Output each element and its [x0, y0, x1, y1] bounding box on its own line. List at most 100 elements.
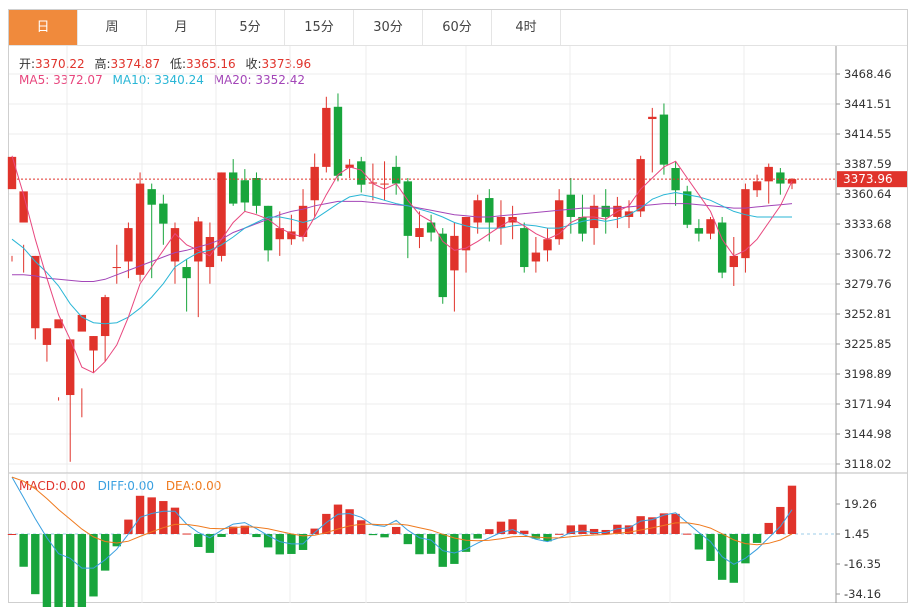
candle-body [147, 189, 156, 205]
macd-bar [124, 519, 133, 535]
macd-bar [485, 529, 494, 535]
macd-bar [252, 534, 261, 538]
macd-bar [764, 522, 773, 535]
price-tick-label: 3225.85 [844, 337, 892, 351]
candle-body [322, 107, 331, 167]
macd-tick-label: -16.35 [844, 557, 881, 571]
candle-body [729, 255, 738, 268]
candle-body [659, 114, 669, 165]
candle-body [135, 183, 145, 275]
candle-body [776, 172, 785, 184]
candle-body [391, 166, 401, 184]
candle-body [520, 228, 529, 268]
candle-body [112, 267, 121, 269]
macd-bar [683, 533, 692, 535]
candle-body [310, 166, 319, 201]
macd-bar [19, 534, 28, 567]
macd-bar [322, 513, 331, 535]
macd-bar [66, 534, 75, 607]
candle-body [415, 228, 424, 237]
candle-body [182, 267, 191, 279]
candle-body [683, 191, 692, 225]
macd-bar [345, 509, 354, 535]
candle-body [380, 183, 389, 185]
price-tick-label: 3144.98 [844, 427, 892, 441]
macd-bar [752, 534, 762, 543]
candle-body [717, 222, 727, 273]
candle-body [124, 228, 133, 262]
macd-bar [403, 534, 413, 545]
candle-body [694, 228, 704, 234]
price-tick-label: 3360.64 [844, 187, 892, 201]
macd-bar [368, 534, 378, 536]
candle-body [229, 172, 238, 204]
macd-bar [182, 533, 191, 535]
macd-bar [135, 495, 145, 535]
candle-body [100, 297, 110, 337]
macd-bar [112, 534, 121, 547]
macd-bar [100, 534, 110, 571]
price-tick-label: 3333.68 [844, 217, 892, 231]
macd-bar [473, 534, 482, 539]
macd-tick-label: 19.26 [844, 497, 877, 511]
macd-bar [89, 534, 98, 597]
macd-tick-label: 1.45 [844, 527, 870, 541]
candle-body [333, 106, 343, 176]
macd-bar [508, 519, 517, 535]
candle-body [194, 221, 203, 262]
candle-body [543, 239, 552, 251]
macd-bar [7, 534, 17, 536]
macd-bar [42, 534, 52, 607]
candle-body [450, 235, 459, 271]
macd-bar [578, 524, 587, 535]
candle-body [426, 222, 436, 233]
price-tick-label: 3468.46 [844, 67, 892, 81]
candle-body [648, 116, 657, 120]
macd-bar [380, 534, 389, 538]
price-tick-label: 3441.51 [844, 97, 892, 111]
candlestick-chart[interactable]: 3468.46 3441.51 3414.55 3387.59 3360.64 3333.… [0, 0, 916, 607]
macd-bar [275, 534, 284, 555]
macd-bar [77, 534, 87, 607]
dea-line [11, 476, 793, 546]
macd-bar [54, 534, 63, 607]
price-tick-label: 3387.59 [844, 157, 892, 171]
macd-bar [415, 534, 424, 555]
macd-bar [706, 534, 715, 561]
candle-body [89, 336, 98, 351]
price-tick-label: 3171.94 [844, 397, 892, 411]
candle-body [601, 205, 610, 217]
candle-body [7, 156, 17, 190]
candle-body [566, 194, 575, 217]
macd-bar [357, 520, 366, 535]
macd-bar [636, 516, 645, 535]
candles [7, 93, 797, 462]
price-tick-label: 3414.55 [844, 127, 892, 141]
macd-bar [694, 534, 704, 550]
candle-body [240, 180, 250, 203]
macd-bar [298, 534, 308, 550]
candle-body [252, 178, 261, 206]
price-tick-label: 3198.89 [844, 367, 892, 381]
macd-bar [554, 533, 564, 535]
candle-body [485, 198, 494, 223]
candle-body [263, 205, 273, 251]
macd-bar [31, 534, 40, 595]
macd-bar [217, 534, 226, 537]
candle-body [66, 339, 75, 396]
candle-body [473, 200, 482, 223]
macd-bar [147, 497, 156, 535]
candle-body [636, 159, 645, 212]
macd-bar [391, 526, 401, 535]
macd-bar [741, 534, 750, 564]
current-price-text: 3373.96 [843, 172, 893, 186]
candle-body [461, 216, 471, 251]
macd-histogram [7, 485, 797, 607]
candle-body [706, 219, 715, 234]
macd-bar [589, 528, 599, 535]
price-tick-label: 3279.76 [844, 277, 892, 291]
candle-body [752, 181, 762, 191]
candle-body [403, 181, 413, 236]
candle-body [578, 216, 587, 234]
macd-bar [426, 534, 436, 554]
